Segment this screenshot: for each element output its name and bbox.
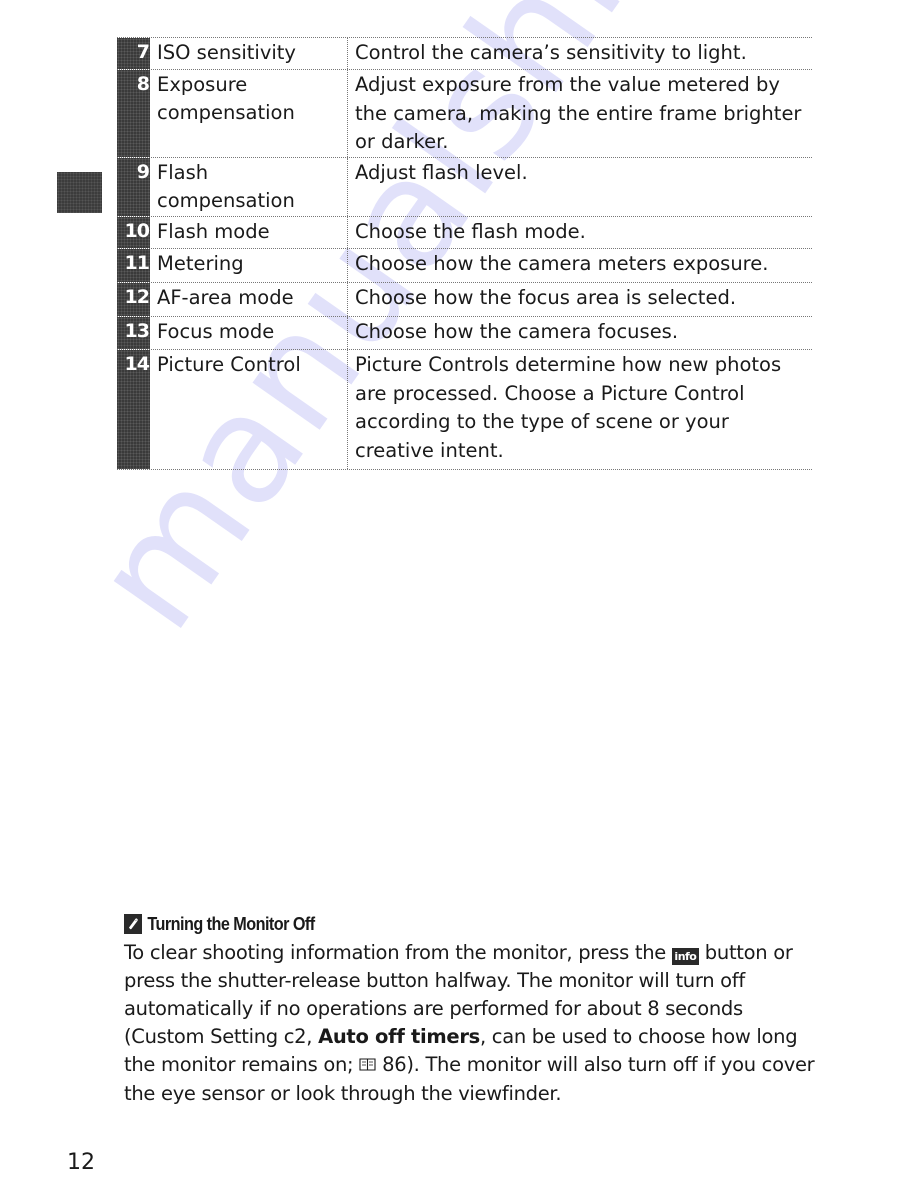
page-reference: 86	[382, 1053, 407, 1076]
row-number-badge: 10	[117, 217, 150, 248]
page-number: 12	[67, 1150, 95, 1175]
setting-name: AF-area mode	[150, 283, 348, 316]
row-number-badge: 9	[117, 158, 150, 216]
setting-description: Adjust flash level.	[355, 161, 528, 184]
setting-description: Choose the flash mode.	[355, 220, 586, 243]
setting-name: ISO sensitivity	[150, 38, 348, 69]
row-number-badge: 14	[117, 350, 150, 469]
note-text: To clear shooting information from the m…	[124, 941, 672, 964]
table-row: 9 Flash compensation Adjust flash level.	[117, 157, 812, 216]
setting-description: Adjust exposure from the value metered b…	[355, 73, 802, 153]
table-row: 10 Flash mode Choose the flash mode.	[117, 216, 812, 248]
section-tab-marker	[57, 172, 102, 213]
note-box: Turning the Monitor Off To clear shootin…	[124, 913, 824, 1108]
table-row: 12 AF-area mode Choose how the focus are…	[117, 282, 812, 316]
table-row: 14 Picture Control Picture Controls dete…	[117, 349, 812, 470]
info-button-icon: info	[671, 948, 699, 965]
setting-name: Focus mode	[150, 317, 348, 349]
setting-reference: Auto off timers	[318, 1025, 480, 1048]
settings-table: 7 ISO sensitivity Control the camera’s s…	[117, 37, 812, 470]
table-row: 11 Metering Choose how the camera meters…	[117, 248, 812, 282]
table-row: 8 Exposure compensation Adjust exposure …	[117, 69, 812, 157]
setting-name: Flash mode	[150, 217, 348, 248]
row-number-badge: 13	[117, 317, 150, 349]
table-row: 13 Focus mode Choose how the camera focu…	[117, 316, 812, 349]
setting-description: Choose how the focus area is selected.	[355, 286, 737, 309]
row-number-badge: 7	[117, 38, 150, 69]
setting-name: Flash compensation	[150, 158, 348, 216]
table-row: 7 ISO sensitivity Control the camera’s s…	[117, 37, 812, 69]
row-number-badge: 11	[117, 249, 150, 282]
setting-name: Metering	[150, 249, 348, 282]
book-reference-icon	[359, 1052, 376, 1080]
row-number-badge: 8	[117, 70, 150, 157]
setting-name: Picture Control	[150, 350, 348, 469]
setting-description: Picture Controls determine how new photo…	[355, 353, 782, 462]
setting-description: Choose how the camera meters exposure.	[355, 252, 769, 275]
setting-name: Exposure compensation	[150, 70, 348, 157]
note-body: To clear shooting information from the m…	[124, 939, 824, 1108]
setting-description: Choose how the camera focuses.	[355, 320, 679, 343]
note-heading: Turning the Monitor Off	[124, 913, 754, 935]
setting-description: Control the camera’s sensitivity to ligh…	[355, 41, 747, 64]
row-number-badge: 12	[117, 283, 150, 316]
note-title: Turning the Monitor Off	[147, 913, 315, 934]
pencil-note-icon	[124, 914, 142, 934]
